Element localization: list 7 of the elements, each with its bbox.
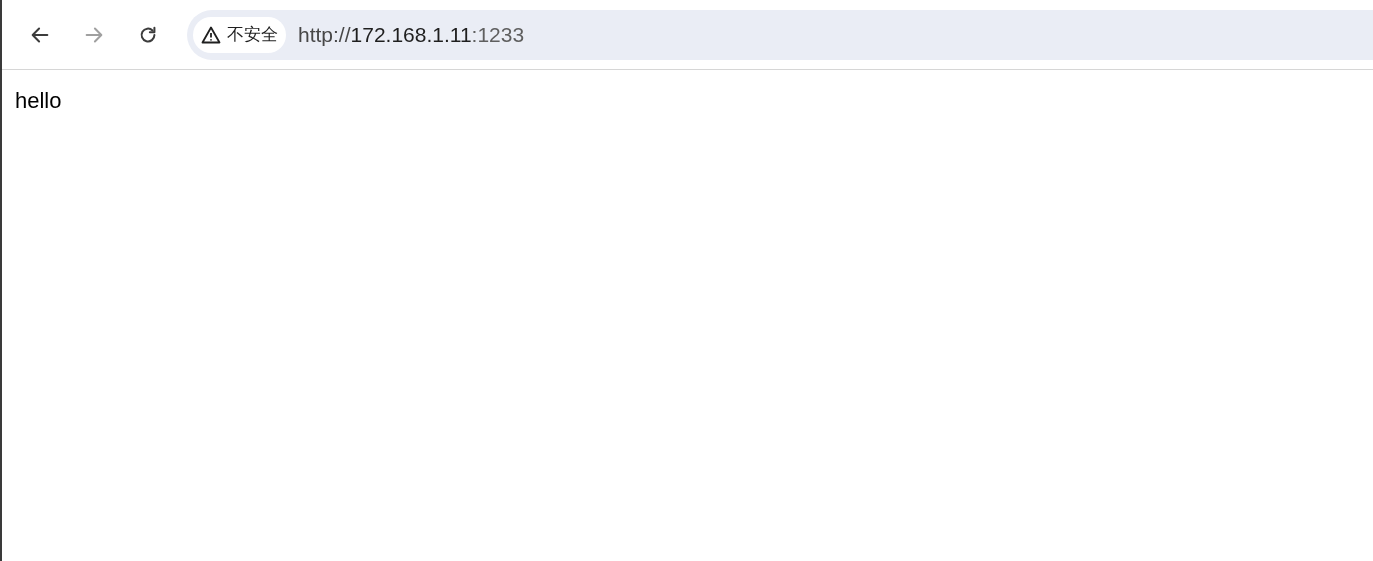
security-chip[interactable]: 不安全 <box>193 16 286 53</box>
warning-icon <box>201 25 221 44</box>
address-bar[interactable]: 不安全 http://172.168.1.11:1233 <box>187 9 1373 60</box>
url-scheme: http:// <box>298 21 351 48</box>
url-host: 172.168.1.11 <box>350 21 472 48</box>
url-port: :1233 <box>471 21 525 48</box>
page-text: hello <box>15 88 62 113</box>
